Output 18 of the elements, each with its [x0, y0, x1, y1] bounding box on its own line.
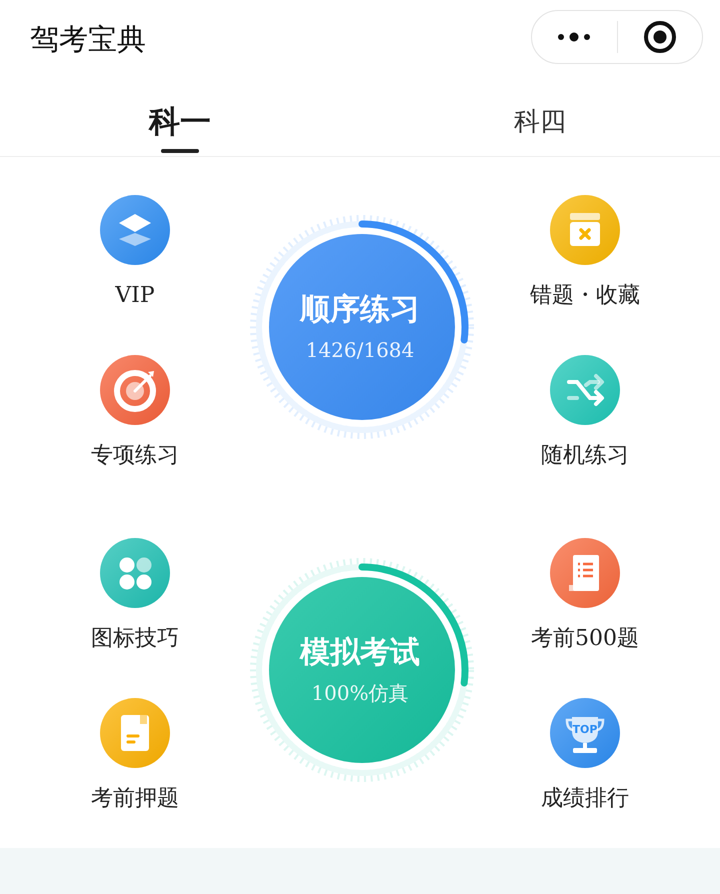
feature-label: 错题・收藏: [530, 283, 640, 309]
feature-label: 专项练习: [91, 443, 179, 469]
dial-subtitle: 100%仿真: [311, 681, 409, 705]
dial-subtitle: 1426/1684: [306, 338, 414, 362]
feature-label: 随机练习: [541, 443, 629, 469]
tab-underline: [161, 149, 199, 153]
feature-label: 图标技巧: [91, 626, 179, 652]
feature-label: VIP: [115, 283, 155, 309]
more-icon[interactable]: [557, 32, 592, 42]
close-icon[interactable]: [642, 20, 677, 54]
subject-tab[interactable]: 科一: [149, 102, 211, 142]
feature-label: 成绩排行: [541, 786, 629, 812]
subject-tab[interactable]: 科四: [514, 102, 566, 142]
app-title: 驾考宝典: [30, 21, 146, 58]
feature-label: 考前押题: [91, 786, 179, 812]
dial-title: 顺序练习: [300, 292, 420, 328]
dial-title: 模拟考试: [300, 635, 420, 671]
feature-label: 考前500题: [531, 626, 639, 652]
